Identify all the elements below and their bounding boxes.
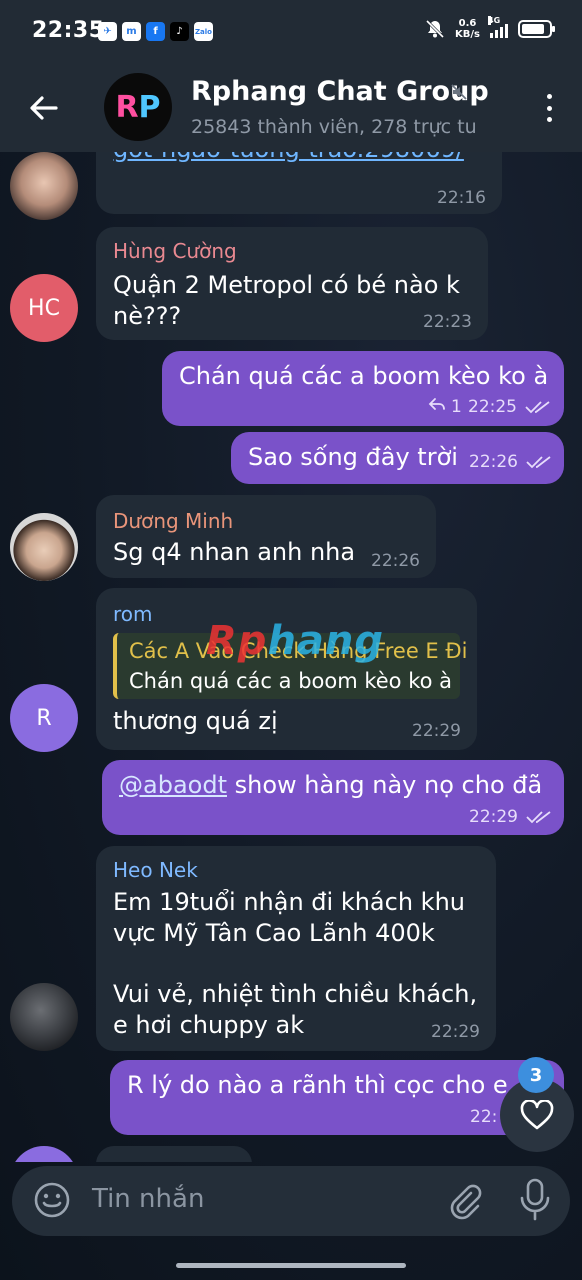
member-count: 25843 thành viên, 278 trực tu [191, 116, 477, 138]
heart-icon [520, 1100, 554, 1130]
message-text: thương quá zị [113, 707, 278, 735]
message-bubble-outgoing[interactable]: R lý do nào a rãnh thì cọc cho e 22: [110, 1060, 564, 1135]
back-arrow-icon[interactable] [26, 90, 62, 126]
message-bubble[interactable]: Heo Nek Em 19tuổi nhận đi khách khu vực … [96, 846, 496, 1051]
user-mention[interactable]: @abaodt [119, 771, 227, 799]
reaction-count-badge: 3 [518, 1057, 554, 1093]
chat-header: RP Rphang Chat Group 25843 thành viên, 2… [0, 64, 582, 152]
message-time: 22:29 [431, 1022, 480, 1042]
tiktok-icon: ♪ [170, 22, 189, 41]
microphone-icon[interactable] [518, 1178, 552, 1222]
zalo-icon: Zalo [194, 22, 213, 41]
avatar[interactable]: R [10, 684, 78, 752]
chat-screen: 22:35 ✈ m f ♪ Zalo 0.6 KB/s 4G R P Rphan… [0, 0, 582, 1280]
home-indicator[interactable] [176, 1263, 406, 1268]
message-text-line: Quận 2 Metropol có bé nào k [113, 271, 460, 299]
message-text-line: vực Mỹ Tân Cao Lãnh 400k [113, 919, 435, 947]
status-time: 22:35 [32, 18, 105, 43]
read-ticks-icon [525, 401, 550, 414]
status-right: 0.6 KB/s 4G [425, 16, 555, 40]
reply-icon [428, 398, 445, 410]
avatar[interactable]: HC [10, 274, 78, 342]
message-bubble[interactable]: Hùng Cường Quận 2 Metropol có bé nào k n… [96, 227, 488, 340]
notification-icons: ✈ m f ♪ Zalo [98, 22, 213, 41]
battery-icon [518, 20, 555, 38]
message-time: 22:26 [469, 452, 518, 472]
message-bubble-outgoing[interactable]: Sao sống đây trời 22:26 [231, 432, 564, 484]
message-text: Sao sống đây trời [248, 443, 458, 471]
quote-text: Chán quá các a boom kèo ko à [129, 669, 453, 693]
message-bubble[interactable]: Dương Minh Sg q4 nhan anh nha 22:26 [96, 495, 436, 578]
message-input-bar: Tin nhắn [12, 1166, 570, 1236]
message-bubble[interactable]: rom Các A Vào Check Hàng Free E Đi Chán … [96, 588, 477, 750]
read-ticks-icon [526, 456, 551, 469]
telegram-icon: ✈ [98, 22, 117, 41]
avatar[interactable] [10, 152, 78, 220]
message-text-line: e hơi chuppy ak [113, 1011, 305, 1039]
sender-name[interactable]: Heo Nek [113, 858, 198, 882]
message-list[interactable]: got-ngao-tuong-trao.298069/ 22:16 HC Hùn… [0, 152, 582, 1162]
message-bubble-outgoing[interactable]: @abaodt show hàng này nọ cho đã 22:29 [102, 760, 564, 835]
attach-icon[interactable] [444, 1180, 484, 1220]
message-text: Chán quá các a boom kèo ko à [179, 362, 549, 390]
reply-count: 1 [451, 397, 462, 417]
muted-icon [451, 84, 467, 100]
chat-title[interactable]: Rphang Chat Group [191, 76, 489, 107]
message-text-line: Vui vẻ, nhiệt tình chiều khách, [113, 980, 478, 1008]
message-link[interactable]: got-ngao-tuong-trao.298069/ [113, 152, 464, 165]
message-time: 22:25 [468, 397, 517, 417]
message-bubble[interactable] [96, 1146, 252, 1162]
message-text: R lý do nào a rãnh thì cọc cho e [127, 1071, 508, 1099]
message-time: 22:29 [412, 721, 461, 741]
message-time: 22:29 [469, 807, 518, 827]
status-bar: 22:35 ✈ m f ♪ Zalo 0.6 KB/s 4G [0, 0, 582, 64]
message-time: 22:26 [371, 551, 420, 571]
message-time: 22: [470, 1107, 498, 1127]
group-avatar[interactable]: RP [104, 73, 172, 141]
message-text: @abaodt show hàng này nọ cho đã [119, 771, 543, 799]
sender-name[interactable]: Hùng Cường [113, 239, 237, 263]
message-text-line: Em 19tuổi nhận đi khách khu [113, 888, 465, 916]
bell-off-icon [425, 19, 445, 39]
sender-name[interactable]: rom [113, 602, 153, 626]
messenger-icon: m [122, 22, 141, 41]
watermark-logo: Rphang [206, 618, 385, 664]
avatar[interactable] [10, 513, 78, 581]
message-text-line: nè??? [113, 302, 182, 330]
net-speed: 0.6 KB/s [455, 18, 480, 40]
message-time: 22:23 [423, 312, 472, 332]
signal-icon: 4G [488, 16, 508, 38]
facebook-icon: f [146, 22, 165, 41]
emoji-icon[interactable] [32, 1180, 72, 1220]
message-bubble-outgoing[interactable]: Chán quá các a boom kèo ko à 1 22:25 [162, 351, 564, 426]
avatar[interactable] [10, 1146, 78, 1162]
message-bubble[interactable]: got-ngao-tuong-trao.298069/ 22:16 [96, 152, 502, 214]
message-time: 22:16 [437, 188, 486, 208]
read-ticks-icon [526, 811, 551, 824]
more-options-icon[interactable] [544, 94, 554, 122]
message-input[interactable]: Tin nhắn [92, 1184, 204, 1214]
message-text: Sg q4 nhan anh nha [113, 538, 356, 566]
sender-name[interactable]: Dương Minh [113, 509, 233, 533]
avatar[interactable] [10, 983, 78, 1051]
